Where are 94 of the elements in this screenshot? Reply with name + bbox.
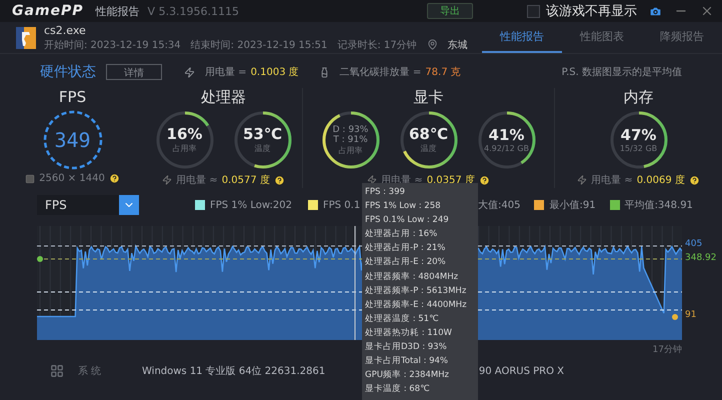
section-heading: 处理器 xyxy=(201,88,246,106)
game-name: cs2.exe xyxy=(44,24,87,36)
power-value: 0.0577 度 xyxy=(222,174,270,187)
gauge-value: 68℃ xyxy=(408,126,448,143)
tooltip-line: FPS 0.1% Low : 249 xyxy=(365,214,450,228)
help-icon[interactable] xyxy=(688,174,700,186)
app-logo: GamePP xyxy=(12,3,84,19)
help-icon[interactable] xyxy=(478,174,490,186)
tooltip-line: 处理器频率 : 4804MHz xyxy=(365,270,460,284)
tooltip-line: 显卡温度 : 68℃ xyxy=(365,382,431,396)
window-title: 性能报告 xyxy=(96,4,140,18)
tooltip-line: 处理器频率-P : 5613MHz xyxy=(365,284,468,298)
tab[interactable]: 性能报告 xyxy=(482,22,562,53)
gauge-value: T : 91% xyxy=(333,134,368,144)
tooltip-line: 处理器频率-E : 4400MHz xyxy=(365,298,468,312)
tab[interactable]: 性能图表 xyxy=(562,22,642,53)
checkbox[interactable] xyxy=(527,4,540,18)
section-heading: 内存 xyxy=(624,88,654,106)
details-button[interactable]: 详情 xyxy=(106,64,162,80)
tooltip-line: 处理器占用-E : 20% xyxy=(365,256,447,270)
location-text: 东城 xyxy=(448,38,468,52)
game-icon xyxy=(16,26,36,48)
gauge-caption: 温度 xyxy=(420,143,436,154)
tooltip-line: 处理器热功耗 : 110W xyxy=(365,326,453,340)
note-text: P.S. 数据图显示的是平均值 xyxy=(562,66,682,79)
tooltip-line: FPS : 399 xyxy=(365,186,406,199)
resolution-text: 2560 × 1440 xyxy=(39,173,105,184)
info-label: 系 统 xyxy=(78,364,102,378)
min-label: 91 xyxy=(685,310,696,320)
tab[interactable]: 降频报告 xyxy=(642,22,722,53)
section-heading: 显卡 xyxy=(414,88,444,106)
tooltip-line: GPU频率 : 2384MHz xyxy=(365,368,450,382)
tooltip-line: 处理器占用-P : 21% xyxy=(365,242,446,256)
tooltip-line: 显卡占用Total : 94% xyxy=(365,355,450,368)
gauge-ring xyxy=(232,110,292,170)
help-icon[interactable] xyxy=(274,174,285,186)
legend-label: FPS 0.1 xyxy=(323,200,360,210)
avg-label: 348.92 xyxy=(685,253,716,263)
fps-value: 349 xyxy=(54,128,91,152)
tooltip-line: 处理器温度 : 51℃ xyxy=(365,312,440,326)
co2-value: 78.7 克 xyxy=(425,66,461,79)
time-label: 17分钟 xyxy=(652,344,682,356)
location-icon xyxy=(426,39,438,50)
gauge-value: 47% xyxy=(620,127,656,144)
gauge-ring xyxy=(398,110,458,170)
power-label: 用电量 ≈ xyxy=(591,174,633,187)
end-time: 结束时间: 2023-12-19 15:51 xyxy=(190,38,328,52)
power-icon xyxy=(367,175,378,185)
dashed-ring xyxy=(42,110,102,170)
gauge-ring xyxy=(608,110,668,170)
version-text: V 5.3.1956.1115 xyxy=(148,4,240,18)
power-value: 0.0069 度 xyxy=(636,174,685,187)
gauge-value: 16% xyxy=(166,126,202,143)
gauge-ring xyxy=(476,110,536,170)
tooltip-line: 显卡占用D3D : 93% xyxy=(365,341,448,354)
co2-label: 二氧化碳排放量 = xyxy=(340,66,422,79)
caret-icon[interactable] xyxy=(119,195,139,215)
gauge-caption: 占用率 xyxy=(338,144,362,156)
tooltip-line: FPS 1% Low : 258 xyxy=(365,200,442,214)
max-label: 405 xyxy=(685,239,702,249)
gauge-value: D : 93% xyxy=(332,124,368,134)
legend-label: 大值:405 xyxy=(478,198,520,212)
power-icon xyxy=(162,175,172,185)
close-icon[interactable] xyxy=(700,4,714,18)
info-value: Windows 11 专业版 64位 22631.2861 xyxy=(142,364,326,378)
gauge-value: 53℃ xyxy=(242,126,282,143)
power-value: 0.1003 度 xyxy=(250,66,299,79)
gauge-caption: 温度 xyxy=(254,143,270,154)
legend-label: FPS 1% Low:202 xyxy=(210,200,292,210)
gauge-caption: 占用率 xyxy=(172,143,196,154)
metric-dropdown[interactable]: FPS xyxy=(37,195,139,215)
board-name: 90 AORUS PRO X xyxy=(478,366,564,376)
power-label: 用电量 = xyxy=(205,66,247,79)
power-icon xyxy=(184,66,195,78)
legend-label: 最小值:91 xyxy=(549,198,596,212)
checkbox-label: 该游戏不再显示 xyxy=(546,3,637,20)
grid-icon xyxy=(50,364,64,378)
monitor-icon xyxy=(25,174,36,184)
help-icon[interactable] xyxy=(108,173,120,184)
gauge-caption: 15/32 GB xyxy=(620,144,658,153)
power-icon xyxy=(577,175,588,185)
duration-text: 记录时长: 17分钟 xyxy=(337,38,417,52)
camera-icon[interactable] xyxy=(649,4,662,18)
export-button[interactable]: 导出 xyxy=(427,3,473,19)
legend-label: 平均值:348.91 xyxy=(624,199,693,212)
gauge-ring xyxy=(320,110,380,170)
start-time: 开始时间: 2023-12-19 15:34 xyxy=(44,38,181,52)
section-title: 硬件状态 xyxy=(40,63,96,81)
gauge-caption: 4.92/12 GB xyxy=(484,144,529,153)
gauge-value: 41% xyxy=(488,127,524,144)
gauge-ring xyxy=(154,110,214,170)
power-label: 用电量 ≈ xyxy=(176,174,218,187)
tooltip-line: 处理器占用 : 16% xyxy=(365,228,438,242)
section-heading: FPS xyxy=(58,88,86,106)
